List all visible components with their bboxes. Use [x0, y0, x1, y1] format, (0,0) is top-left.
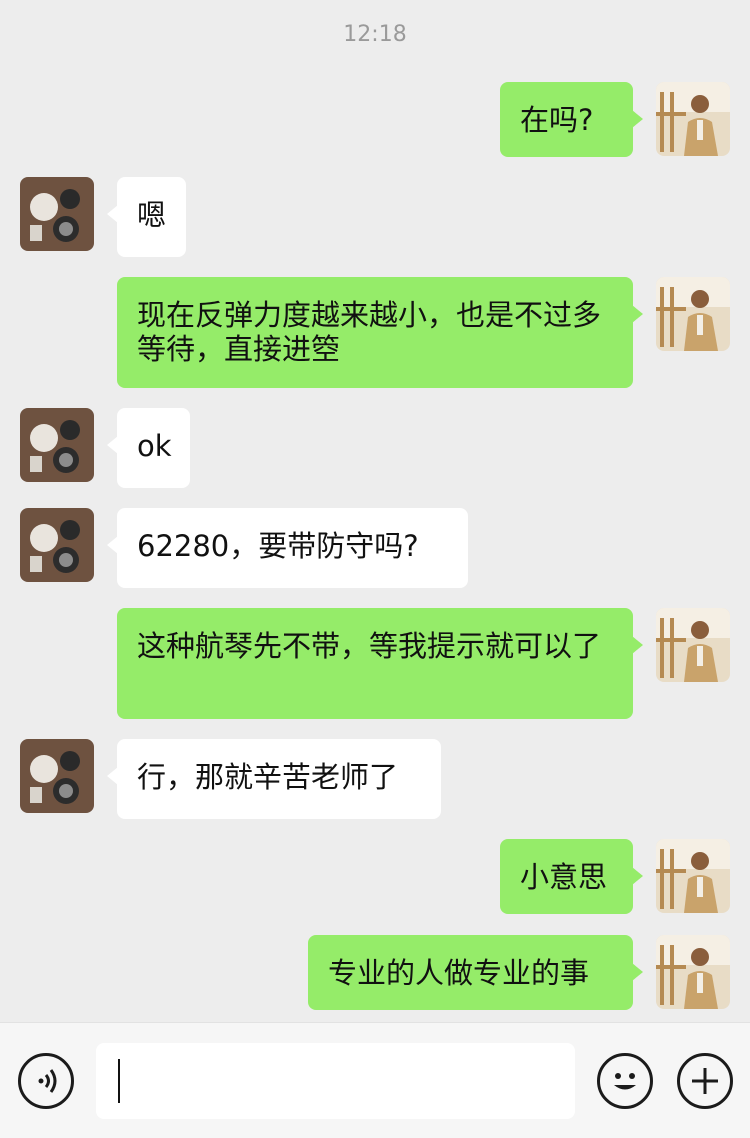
- emoji-button[interactable]: [597, 1053, 653, 1109]
- message-bubble-sent[interactable]: 在吗?: [500, 82, 643, 157]
- time-divider: 12:18: [343, 22, 407, 47]
- contact-avatar[interactable]: [20, 739, 94, 813]
- plus-icon: [692, 1068, 718, 1094]
- message-bubble-sent[interactable]: 这种航琴先不带，等我提示就可以了: [117, 608, 643, 719]
- my-avatar[interactable]: [656, 277, 730, 351]
- message-bubble-sent[interactable]: 小意思: [500, 839, 643, 914]
- my-avatar[interactable]: [656, 82, 730, 156]
- message-bubble-received[interactable]: 62280，要带防守吗?: [107, 508, 468, 588]
- input-bar: [0, 1022, 750, 1138]
- message-bubble-received[interactable]: 行，那就辛苦老师了: [107, 739, 441, 819]
- text-caret: [118, 1059, 120, 1103]
- my-avatar[interactable]: [656, 935, 730, 1009]
- voice-button[interactable]: [18, 1053, 74, 1109]
- message-bubble-sent[interactable]: 现在反弹力度越来越小，也是不过多等待，直接进箜: [117, 277, 643, 388]
- more-button[interactable]: [677, 1053, 733, 1109]
- contact-avatar[interactable]: [20, 408, 94, 482]
- message-bubble-sent[interactable]: 专业的人做专业的事: [308, 935, 643, 1010]
- voice-icon: [38, 1069, 57, 1093]
- emoji-icon: [614, 1073, 636, 1090]
- my-avatar[interactable]: [656, 608, 730, 682]
- contact-avatar[interactable]: [20, 508, 94, 582]
- message-bubble-received[interactable]: 嗯: [107, 177, 186, 257]
- message-bubble-received[interactable]: ok: [107, 408, 190, 488]
- contact-avatar[interactable]: [20, 177, 94, 251]
- my-avatar[interactable]: [656, 839, 730, 913]
- message-input[interactable]: [96, 1043, 575, 1119]
